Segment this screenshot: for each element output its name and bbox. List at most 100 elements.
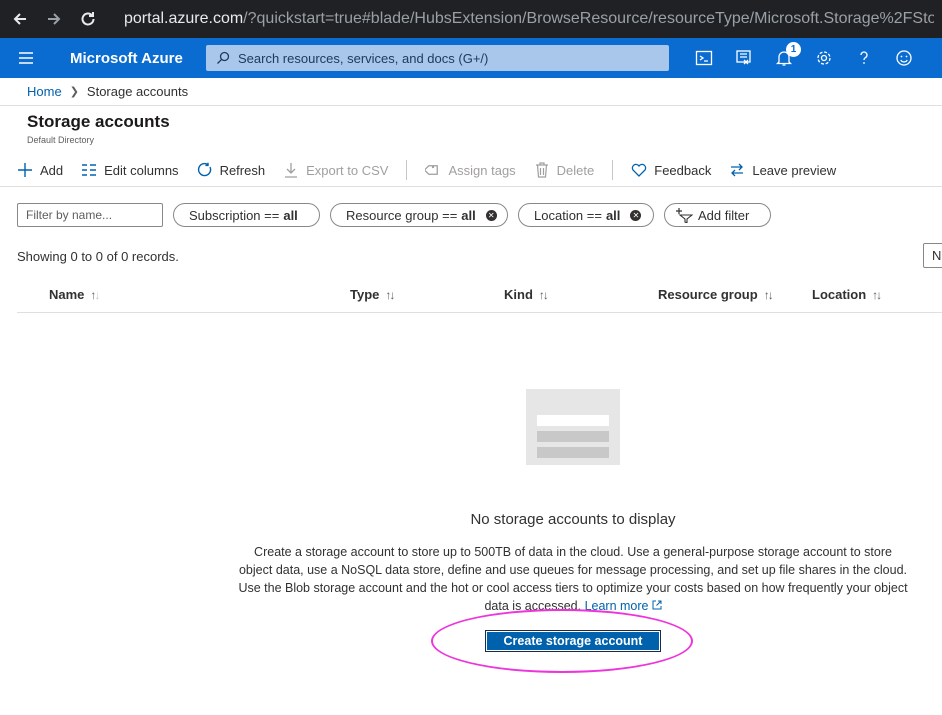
hamburger-icon xyxy=(19,52,33,64)
notification-count-badge: 1 xyxy=(786,42,801,57)
browser-toolbar: portal.azure.com/?quickstart=true#blade/… xyxy=(0,0,942,38)
toolbar-separator xyxy=(406,160,408,180)
resource-group-filter-pill[interactable]: Resource group == all ✕ xyxy=(330,203,508,227)
settings-button[interactable] xyxy=(804,38,844,78)
delete-label: Delete xyxy=(556,162,595,178)
empty-list-illustration xyxy=(526,389,620,465)
delete-button[interactable]: Delete xyxy=(534,162,595,178)
column-header-kind[interactable]: Kind ↑↓ xyxy=(504,287,549,302)
assign-tags-label: Assign tags xyxy=(448,162,516,178)
column-header-label: Name xyxy=(49,287,85,302)
location-filter-pill[interactable]: Location == all ✕ xyxy=(518,203,654,227)
global-search[interactable] xyxy=(206,45,669,71)
external-link-icon xyxy=(652,600,661,610)
add-filter-button[interactable]: Add filter xyxy=(664,203,771,227)
column-header-name[interactable]: Name ↑↓ xyxy=(49,287,100,302)
add-filter-icon xyxy=(676,208,693,223)
column-header-label: Resource group xyxy=(658,287,758,302)
sort-arrows-icon: ↑↓ xyxy=(90,287,100,302)
create-storage-account-button[interactable]: Create storage account xyxy=(485,630,661,652)
add-filter-label: Add filter xyxy=(698,207,750,223)
chevron-right-icon: ❯ xyxy=(69,86,79,98)
edit-columns-label: Edit columns xyxy=(104,162,179,178)
resource-group-filter-label: Resource group == xyxy=(346,207,458,223)
portal-menu-button[interactable] xyxy=(0,38,52,78)
refresh-button[interactable]: Refresh xyxy=(197,162,266,178)
back-button[interactable] xyxy=(6,5,34,33)
resource-group-filter-value: all xyxy=(461,207,476,223)
filter-by-name-input[interactable] xyxy=(17,203,163,227)
column-header-label: Type xyxy=(350,287,380,302)
reload-button[interactable] xyxy=(74,5,102,33)
leave-preview-button[interactable]: Leave preview xyxy=(729,162,836,178)
records-count: Showing 0 to 0 of 0 records. xyxy=(17,249,179,264)
url-path: /?quickstart=true#blade/HubsExtension/Br… xyxy=(243,10,934,27)
illustration-bar xyxy=(537,447,609,458)
subscription-filter-value: all xyxy=(283,207,298,223)
help-button[interactable] xyxy=(844,38,884,78)
learn-more-label: Learn more xyxy=(584,599,649,613)
refresh-label: Refresh xyxy=(219,162,266,178)
column-header-location[interactable]: Location ↑↓ xyxy=(812,287,882,302)
tag-icon xyxy=(425,165,439,175)
download-icon xyxy=(285,163,298,178)
column-header-resource-group[interactable]: Resource group ↑↓ xyxy=(658,287,774,302)
page-title: Storage accounts xyxy=(27,112,170,131)
azure-top-bar: Microsoft Azure 1 xyxy=(0,38,942,78)
forward-button[interactable] xyxy=(40,5,68,33)
breadcrumb: Home ❯ Storage accounts xyxy=(27,84,188,99)
page-subtitle: Default Directory xyxy=(27,135,95,145)
feedback-smiley-button[interactable] xyxy=(884,38,924,78)
notifications-button[interactable]: 1 xyxy=(764,38,804,78)
cloud-shell-button[interactable] xyxy=(684,38,724,78)
add-button[interactable]: Add xyxy=(17,162,63,178)
directory-filter-button[interactable] xyxy=(724,38,764,78)
remove-filter-icon[interactable]: ✕ xyxy=(630,209,642,221)
illustration-bar xyxy=(537,415,609,426)
back-arrow-icon xyxy=(13,13,26,25)
command-bar: Add Edit columns Refresh Export to CSV A… xyxy=(17,156,854,184)
empty-state-description-text: Create a storage account to store up to … xyxy=(238,545,908,613)
search-input[interactable] xyxy=(238,50,658,66)
toolbar-separator xyxy=(612,160,614,180)
divider xyxy=(0,186,942,187)
grouping-dropdown[interactable]: N xyxy=(923,243,942,268)
sort-arrows-icon: ↑↓ xyxy=(385,287,395,302)
illustration-bar xyxy=(537,431,609,442)
breadcrumb-home-link[interactable]: Home xyxy=(27,84,62,99)
remove-filter-icon[interactable]: ✕ xyxy=(485,209,497,221)
help-icon xyxy=(860,51,868,64)
divider xyxy=(0,105,942,106)
search-icon xyxy=(217,51,230,64)
location-filter-value: all xyxy=(605,207,621,223)
edit-columns-button[interactable]: Edit columns xyxy=(81,162,179,178)
assign-tags-button[interactable]: Assign tags xyxy=(425,162,516,178)
export-csv-button[interactable]: Export to CSV xyxy=(283,162,388,178)
column-header-label: Kind xyxy=(504,287,533,302)
smiley-icon xyxy=(896,50,912,66)
reload-icon xyxy=(81,12,95,26)
forward-arrow-icon xyxy=(48,13,61,25)
heart-icon xyxy=(632,163,647,177)
switch-arrows-icon xyxy=(731,163,744,177)
feedback-button[interactable]: Feedback xyxy=(631,162,711,178)
plus-icon xyxy=(18,163,32,177)
add-label: Add xyxy=(40,162,64,178)
table-header-divider xyxy=(17,312,942,313)
column-header-type[interactable]: Type ↑↓ xyxy=(350,287,395,302)
directory-filter-icon xyxy=(736,50,751,65)
subscription-filter-pill[interactable]: Subscription == all xyxy=(173,203,320,227)
empty-state-description: Create a storage account to store up to … xyxy=(238,543,908,615)
export-csv-label: Export to CSV xyxy=(306,162,389,178)
refresh-icon xyxy=(197,162,211,177)
learn-more-link[interactable]: Learn more xyxy=(585,599,662,613)
sort-arrows-icon: ↑↓ xyxy=(538,287,549,302)
address-bar[interactable]: portal.azure.com/?quickstart=true#blade/… xyxy=(114,10,934,28)
sort-arrows-icon: ↑↓ xyxy=(872,287,882,302)
columns-icon xyxy=(82,164,97,176)
gear-icon xyxy=(817,51,831,65)
feedback-label: Feedback xyxy=(654,162,712,178)
breadcrumb-current: Storage accounts xyxy=(86,84,189,99)
azure-brand-link[interactable]: Microsoft Azure xyxy=(70,50,206,67)
url-host: portal.azure.com xyxy=(124,10,244,27)
